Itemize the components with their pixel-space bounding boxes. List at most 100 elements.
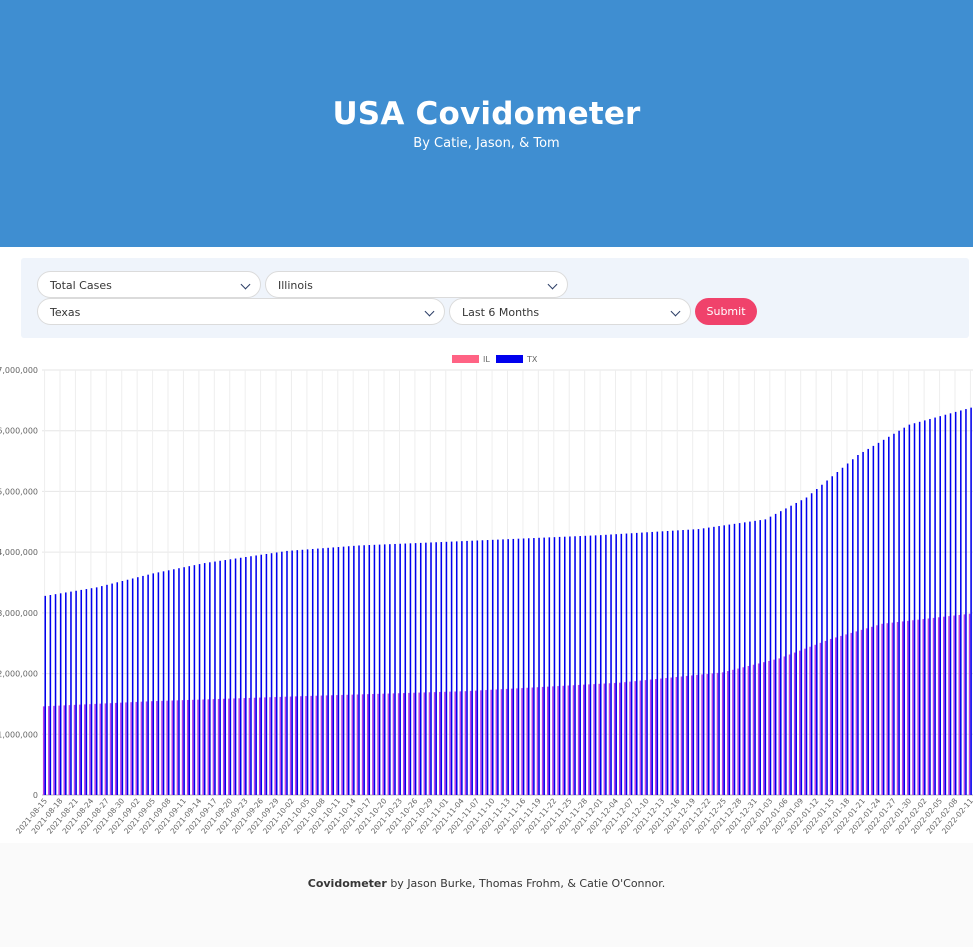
bar-il <box>896 622 899 795</box>
bar-il <box>269 697 271 795</box>
bar-il <box>927 618 930 795</box>
legend-label-il: IL <box>483 355 490 364</box>
bar-il <box>387 693 390 795</box>
bar-il <box>109 703 112 795</box>
bar-il <box>428 692 431 795</box>
submit-button[interactable]: Submit <box>695 298 757 325</box>
bar-il <box>943 616 945 795</box>
bar-tx <box>687 529 689 795</box>
bar-il <box>289 696 292 795</box>
bar-tx <box>419 542 422 795</box>
bar-il <box>150 701 153 795</box>
bar-il <box>89 704 91 795</box>
bar-il <box>140 701 143 795</box>
bar-il <box>608 683 611 795</box>
bar-tx <box>913 423 916 795</box>
bar-tx <box>882 439 885 795</box>
bar-il <box>228 698 230 795</box>
footer-credits: by Jason Burke, Thomas Frohm, & Catie O'… <box>386 877 666 890</box>
bar-il <box>145 701 148 795</box>
bar-tx <box>224 560 227 795</box>
bar-tx <box>409 543 412 795</box>
bar-tx <box>656 531 659 795</box>
bar-il <box>294 696 297 795</box>
bar-tx <box>491 539 494 795</box>
bar-tx <box>214 561 216 795</box>
chevron-down-icon <box>547 279 558 290</box>
bar-tx <box>759 520 761 795</box>
bar-tx <box>188 566 191 795</box>
bar-tx <box>131 578 134 795</box>
bar-tx <box>733 523 736 795</box>
state2-select-value: Texas <box>50 306 81 319</box>
bar-il <box>300 696 302 795</box>
bar-il <box>511 688 513 795</box>
bar-il <box>366 694 369 795</box>
state2-select[interactable]: Texas <box>37 298 445 325</box>
bar-il <box>675 677 678 795</box>
bar-il <box>181 700 184 795</box>
bar-il <box>346 694 348 795</box>
bar-tx <box>507 539 509 795</box>
bar-tx <box>810 493 813 795</box>
bar-il <box>562 685 564 795</box>
bar-tx <box>430 542 432 795</box>
bar-tx <box>337 547 340 795</box>
bar-il <box>192 699 194 795</box>
bar-il <box>161 700 163 795</box>
bar-tx <box>121 581 124 795</box>
bar-tx <box>944 414 947 795</box>
bar-il <box>598 683 600 795</box>
bar-il <box>721 672 724 795</box>
bar-il <box>284 696 287 795</box>
bar-il <box>829 638 832 795</box>
bar-il <box>937 617 940 795</box>
cases-bar-chart: 0 1,000,000 2,000,000 3,000,000 4,000,000 5,0… <box>0 355 973 836</box>
bar-tx <box>610 534 612 795</box>
bar-il <box>310 695 312 795</box>
bar-tx <box>970 407 972 795</box>
bar-tx <box>152 573 155 795</box>
bar-tx <box>203 563 206 795</box>
bar-tx <box>378 544 381 795</box>
bar-tx <box>265 553 268 795</box>
range-select[interactable]: Last 6 Months <box>449 298 691 325</box>
bar-il <box>480 690 482 795</box>
bar-tx <box>671 530 674 795</box>
bar-tx <box>718 526 720 795</box>
bar-tx <box>836 472 839 795</box>
metric-select-value: Total Cases <box>50 279 112 292</box>
bar-tx <box>769 516 772 796</box>
bar-il <box>48 706 50 795</box>
metric-select[interactable]: Total Cases <box>37 271 261 298</box>
bar-il <box>814 644 817 795</box>
bar-tx <box>661 531 664 795</box>
bar-tx <box>903 427 905 795</box>
bar-tx <box>75 590 77 795</box>
bar-il <box>536 687 539 795</box>
bar-tx <box>445 541 448 795</box>
bar-il <box>701 674 703 795</box>
bar-il <box>917 619 919 795</box>
bar-il <box>495 689 498 795</box>
bar-il <box>742 667 744 795</box>
bar-il <box>757 663 760 795</box>
bar-il <box>711 673 714 795</box>
bar-tx <box>857 455 859 795</box>
bar-il <box>202 699 204 795</box>
bar-il <box>336 695 338 795</box>
bar-il <box>382 693 384 795</box>
bar-tx <box>877 442 880 795</box>
bar-il <box>222 698 225 795</box>
state1-select[interactable]: Illinois <box>265 271 568 298</box>
bar-il <box>634 681 636 795</box>
bar-il <box>325 695 328 795</box>
bar-il <box>958 614 961 795</box>
bar-tx <box>949 413 952 795</box>
bar-tx <box>625 533 628 795</box>
bar-tx <box>198 564 201 795</box>
bar-tx <box>846 463 849 795</box>
bar-il <box>747 666 750 795</box>
bar-il <box>639 680 642 795</box>
bar-il <box>73 704 76 795</box>
